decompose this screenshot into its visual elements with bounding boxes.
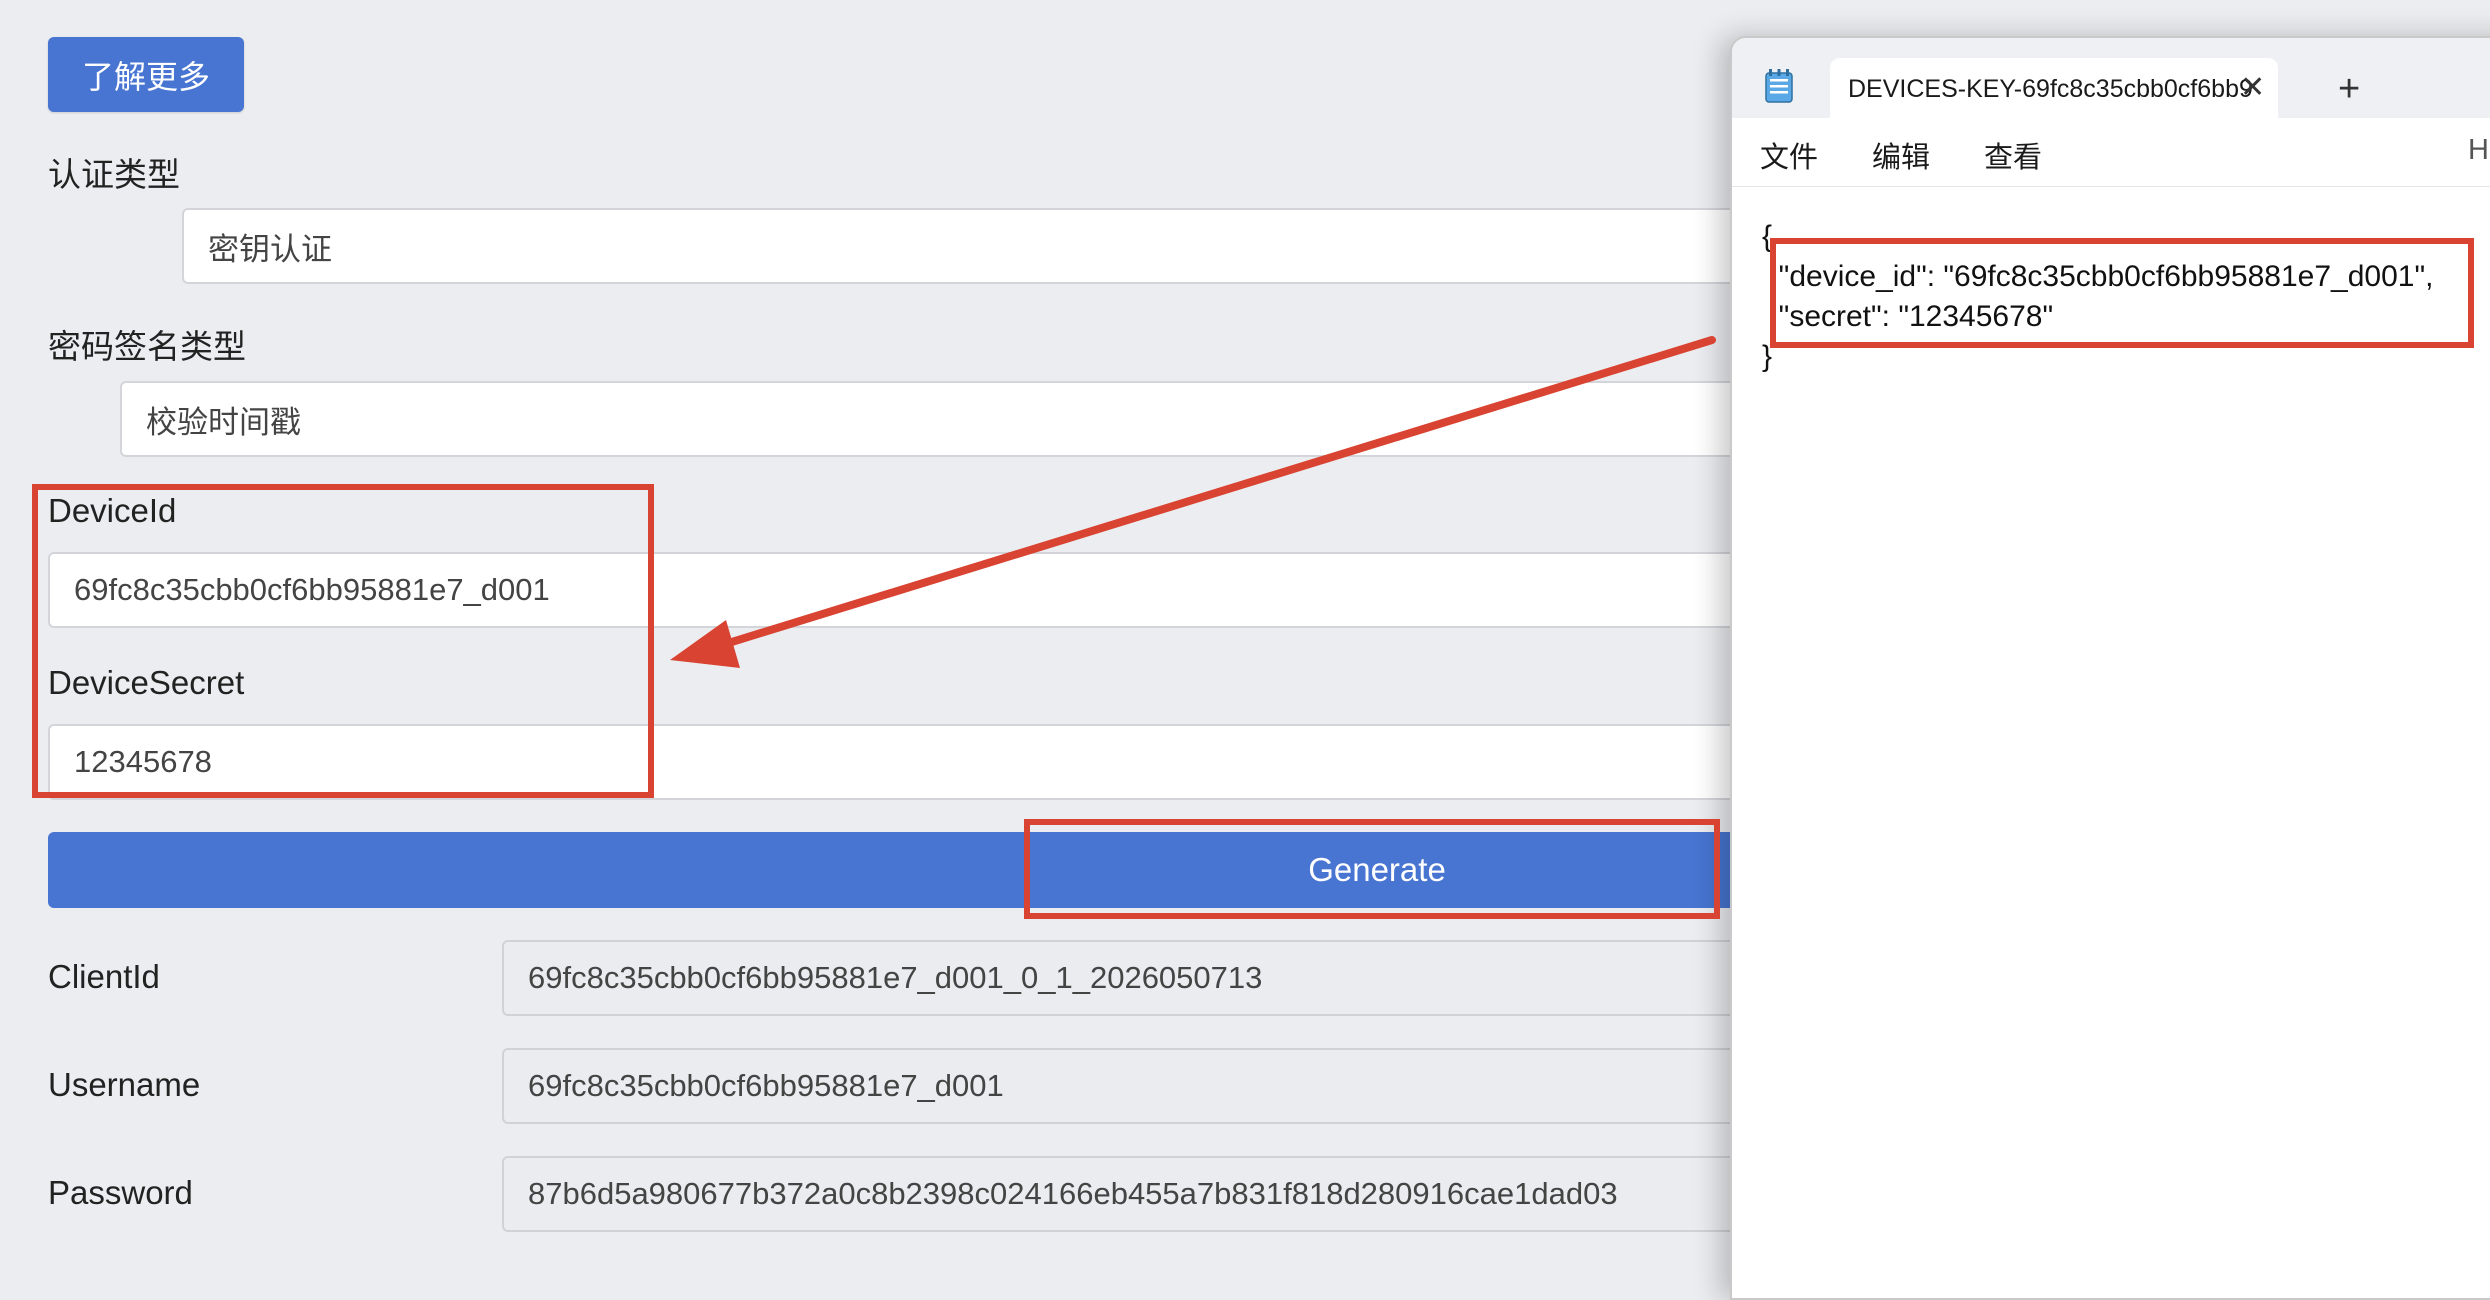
annotation-arrow [670,336,1716,668]
